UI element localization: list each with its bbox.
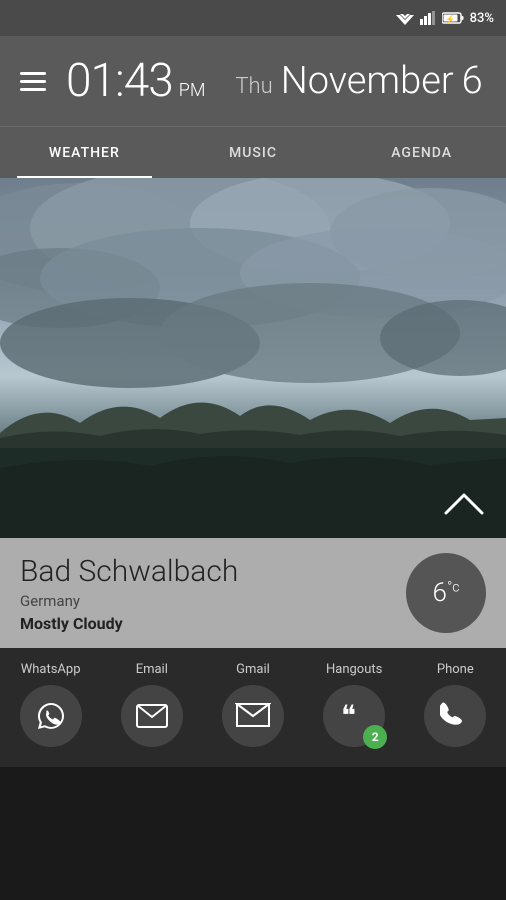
battery-icon: ⚡ [442,11,464,25]
whatsapp-icon-wrap [20,685,82,747]
temperature-circle: 6°c [406,553,486,633]
tab-agenda[interactable]: AGENDA [337,127,506,178]
email-icon-wrap [121,685,183,747]
hangouts-badge: 2 [363,725,387,749]
time-display: 01:43 PM [66,54,205,108]
gmail-icon [235,702,271,730]
gmail-icon-circle [222,685,284,747]
email-icon [136,704,168,728]
weather-info-panel: Bad Schwalbach Germany Mostly Cloudy 6°c [0,538,506,648]
clock-ampm: PM [179,80,206,101]
tab-weather[interactable]: WEATHER [0,127,169,178]
weather-condition: Mostly Cloudy [20,614,406,633]
phone-icon [440,701,470,731]
status-bar: ⚡ 83% [0,0,506,36]
gmail-icon-wrap [222,685,284,747]
tabs-bar: WEATHER MUSIC AGENDA [0,126,506,178]
svg-text:❝: ❝ [341,701,356,732]
weather-text-block: Bad Schwalbach Germany Mostly Cloudy [20,554,406,633]
battery-percent: 83% [470,11,494,26]
signal-icon [420,11,436,25]
date-display: Thu November 6 [235,59,482,103]
wifi-icon [396,11,414,25]
header-bar: 01:43 PM Thu November 6 [0,36,506,126]
whatsapp-icon-circle [20,685,82,747]
hangouts-icon-wrap: ❝ 2 [323,685,385,747]
country-name: Germany [20,592,406,610]
weather-background [0,178,506,538]
clock-time: 01:43 [66,54,173,108]
chevron-up-button[interactable] [442,486,486,522]
dock-item-hangouts[interactable]: Hangouts ❝ 2 [309,662,399,747]
whatsapp-icon [35,700,67,732]
email-icon-circle [121,685,183,747]
phone-icon-wrap [424,685,486,747]
phone-icon-circle [424,685,486,747]
city-name: Bad Schwalbach [20,554,406,590]
day-abbreviation: Thu [235,74,272,99]
temperature-value: 6°c [433,578,460,608]
month-name: November [281,59,454,103]
menu-button[interactable] [20,72,46,91]
dock-item-phone[interactable]: Phone [410,662,500,747]
svg-text:⚡: ⚡ [445,14,455,24]
tab-music[interactable]: MUSIC [169,127,338,178]
date-number: 6 [462,59,483,103]
dock-item-email[interactable]: Email [107,662,197,747]
dock-item-whatsapp[interactable]: WhatsApp [6,662,96,747]
dock-item-gmail[interactable]: Gmail [208,662,298,747]
app-dock: WhatsApp Email Gmail [0,648,506,767]
